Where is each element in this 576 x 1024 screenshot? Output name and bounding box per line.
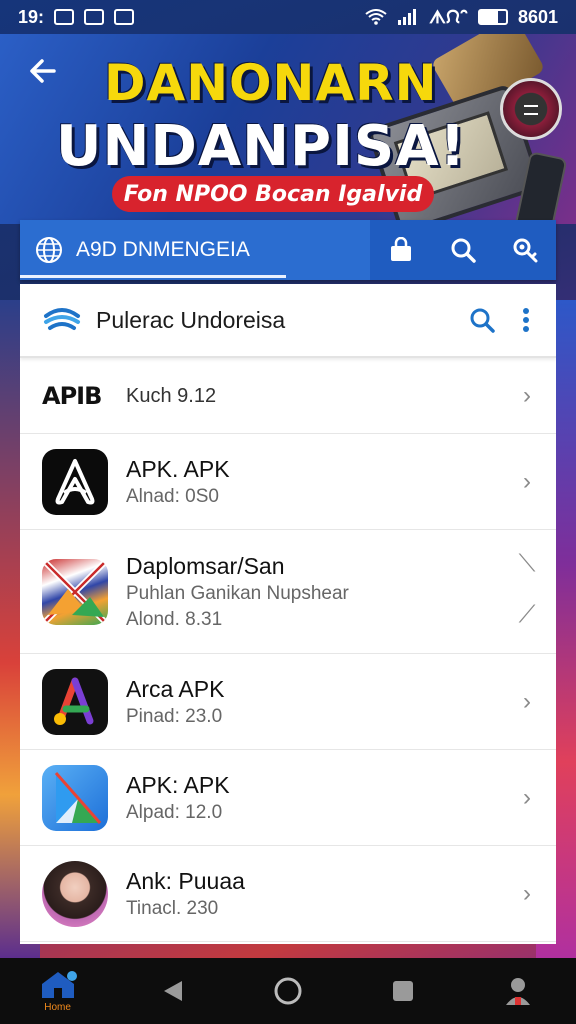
- list-item-text: Ank: Puuaa Tinacl. 230: [126, 866, 516, 922]
- status-extra-text: ᗑᙁᐢ: [429, 6, 468, 27]
- settings-icon[interactable]: [508, 233, 542, 267]
- chevron-right-icon: ›: [523, 687, 531, 715]
- list-item[interactable]: APK: APK Alpad: 12.0 ›: [20, 750, 556, 846]
- hero-title-line1: DANONARN: [104, 54, 438, 112]
- list-item-subtitle: Tinacl. 230: [126, 897, 219, 919]
- recents-icon[interactable]: [373, 961, 433, 1021]
- list-item-text: Kuch 9.12: [126, 383, 516, 409]
- sheet-search-icon[interactable]: [464, 302, 500, 338]
- notification-icon: [114, 9, 135, 25]
- toolbar-actions: [370, 220, 556, 280]
- list-item-text: Arca APK Pinad: 23.0: [126, 674, 516, 730]
- hero-title-line2: UNDANPISA!: [56, 114, 467, 179]
- home-circle-icon[interactable]: [258, 961, 318, 1021]
- chevron-right-icon: ›: [523, 467, 531, 495]
- nav-home[interactable]: Home: [28, 961, 88, 1021]
- wifi-icon: [365, 9, 387, 25]
- status-right: ᗑᙁᐢ 8601: [365, 7, 558, 28]
- status-carrier: 8601: [517, 6, 558, 27]
- list-item-title: Ank: Puuaa: [126, 867, 245, 894]
- chevron-icon: ⟋: [518, 601, 536, 628]
- list-item-subtitle: Alpad: 12.0: [126, 801, 223, 823]
- list-item-text: APK. APK Alnad: 0S0: [126, 454, 516, 510]
- list-item-title: Arca APK: [126, 675, 225, 702]
- toolbar-tab-indicator: [20, 275, 286, 278]
- home-icon: [41, 970, 77, 998]
- image-icon: [84, 9, 105, 25]
- apib-logo: APIB: [42, 381, 102, 410]
- avatar: [42, 860, 108, 927]
- app-toolbar: A9D DNMENGEIA: [20, 220, 556, 280]
- list-item-text: Daplomsar/San Puhlan Ganikan Nupshear Al…: [126, 551, 538, 633]
- chevron-right-icon: ›: [523, 381, 531, 409]
- list-item-title: Kuch 9.12: [126, 384, 217, 407]
- list-item-title: APK. APK: [126, 455, 230, 482]
- chevron-right-icon: ›: [523, 879, 531, 907]
- knob-icon[interactable]: [500, 78, 562, 140]
- sheet-header: Pulerac Undoreisa: [20, 284, 556, 358]
- list-item-title: Daplomsar/San: [126, 552, 285, 579]
- globe-icon: [36, 237, 62, 263]
- list-item-title: APK: APK: [126, 771, 230, 798]
- colorful-a-icon: [42, 668, 108, 735]
- wave-logo-icon: [44, 308, 80, 330]
- list-item[interactable]: Daplomsar/San Puhlan Ganikan Nupshear Al…: [20, 530, 556, 654]
- system-navbar: Home: [0, 958, 576, 1024]
- app-list-sheet: Pulerac Undoreisa APIB Kuch 9.12 › APK. …: [20, 284, 556, 944]
- signal-icon: [398, 9, 417, 25]
- list-item-subtitle: Pinad: 23.0: [126, 705, 223, 727]
- nav-home-label: Home: [44, 1001, 71, 1013]
- more-vertical-icon[interactable]: [514, 302, 538, 338]
- toolbar-title: A9D DNMENGEIA: [76, 238, 250, 261]
- status-time: 19:: [18, 6, 45, 27]
- toolbar-title-area[interactable]: A9D DNMENGEIA: [20, 220, 370, 280]
- search-icon[interactable]: [446, 233, 480, 267]
- hero-promo-pill[interactable]: Fon NPOO Bocan Igalvid: [112, 176, 434, 212]
- list-item[interactable]: APK. APK Alnad: 0S0 ›: [20, 434, 556, 530]
- flag-icon: [42, 558, 108, 625]
- back-icon[interactable]: [143, 961, 203, 1021]
- sheet-title: Pulerac Undoreisa: [96, 306, 286, 333]
- chat-icon: [54, 9, 75, 25]
- back-arrow-icon[interactable]: [28, 56, 58, 92]
- list-item[interactable]: Ank: Puuaa Tinacl. 230 ›: [20, 846, 556, 942]
- menu-mark-icon: [524, 105, 538, 115]
- store-icon[interactable]: [384, 233, 418, 267]
- status-bar: 19: ᗑᙁᐢ 8601: [0, 0, 576, 34]
- status-left: 19:: [18, 6, 135, 28]
- list-item-subtitle: Puhlan Ganikan Nupshear: [126, 582, 349, 604]
- list-item[interactable]: APIB Kuch 9.12 ›: [20, 358, 556, 434]
- list-item-meta: Alond. 8.31: [126, 608, 223, 630]
- blue-a-icon: [42, 764, 108, 831]
- chevron-right-icon: ›: [523, 783, 531, 811]
- battery-icon: [477, 9, 508, 25]
- a-logo-black-icon: [42, 448, 108, 515]
- hero-banner: DANONARN UNDANPISA! Fon NPOO Bocan Igalv…: [0, 34, 576, 224]
- list-item[interactable]: Arca APK Pinad: 23.0 ›: [20, 654, 556, 750]
- chevron-icon: ⟍: [518, 550, 536, 577]
- list-item-subtitle: Alnad: 0S0: [126, 485, 219, 507]
- profile-icon[interactable]: [488, 961, 548, 1021]
- list-item-text: APK: APK Alpad: 12.0: [126, 770, 516, 826]
